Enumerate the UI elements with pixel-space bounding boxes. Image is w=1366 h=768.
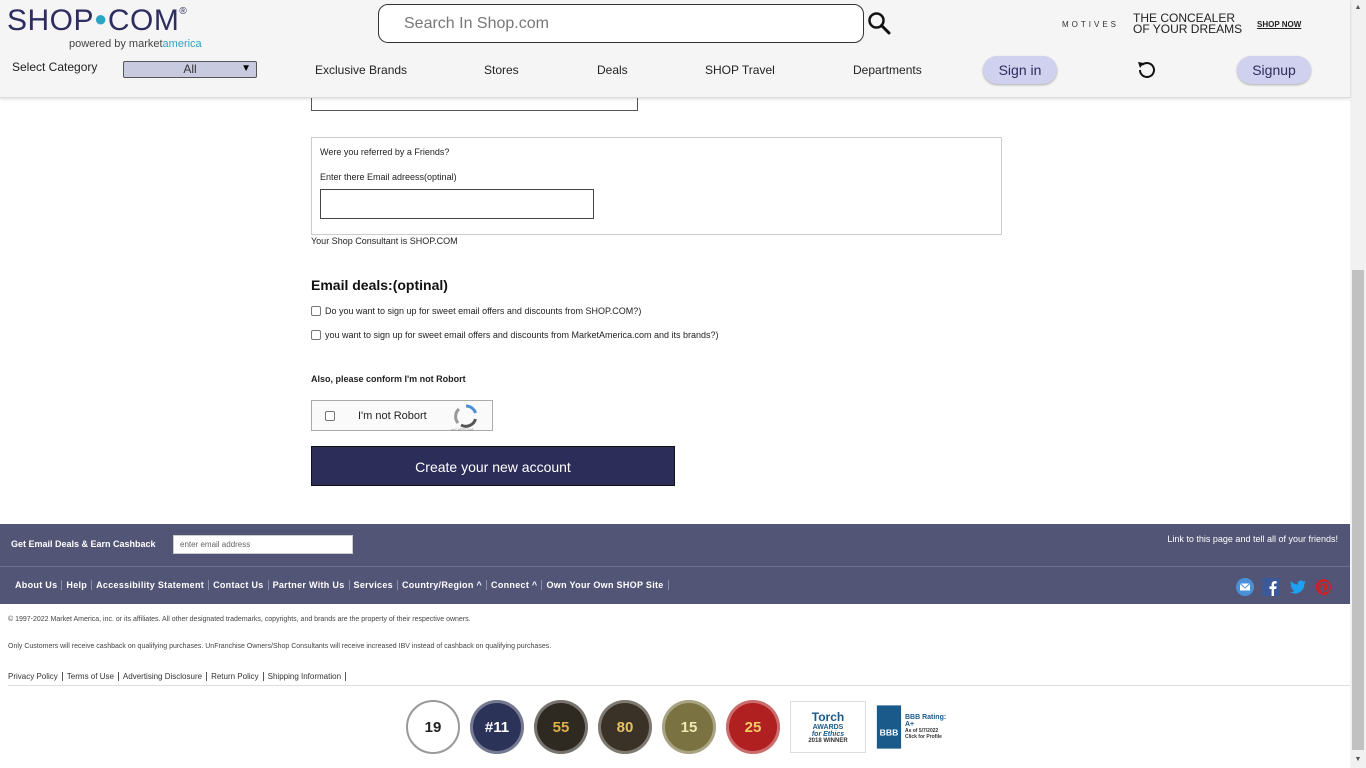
refresh-icon[interactable] <box>1135 58 1159 82</box>
nav-departments[interactable]: Departments <box>853 63 922 77</box>
optin-ma-label: you want to sign up for sweet email offe… <box>325 330 719 340</box>
promo-tagline[interactable]: THE CONCEALER OF YOUR DREAMS <box>1133 12 1253 36</box>
cashback-note: Only Customers will receive cashback on … <box>8 643 552 650</box>
footer-link-accessibility[interactable]: Accessibility Statement <box>92 580 210 590</box>
svg-text:BBB: BBB <box>880 728 899 738</box>
nav-deals[interactable]: Deals <box>597 63 628 77</box>
divider <box>8 685 1350 686</box>
category-label: Select Category <box>12 60 98 74</box>
sign-in-button[interactable]: Sign in <box>983 56 1057 84</box>
privacy-policy-link[interactable]: Privacy Policy <box>8 672 63 681</box>
footer-link-own-site[interactable]: Own Your Own SHOP Site <box>542 580 669 590</box>
powered-by: powered by marketamerica <box>69 38 202 50</box>
registered-mark: ® <box>179 6 188 17</box>
optin-ma-row[interactable]: you want to sign up for sweet email offe… <box>311 330 719 340</box>
promo-tagline-line-2: OF YOUR DREAMS <box>1133 22 1243 36</box>
footer-link-contact[interactable]: Contact Us <box>209 580 269 590</box>
powered-suffix: america <box>162 38 202 50</box>
create-account-button[interactable]: Create your new account <box>311 446 675 486</box>
email-deals-title: Email deals:(optinal) <box>311 277 448 293</box>
award-badges: 19 #11 55 80 15 25 Torch AWARDS for Ethi… <box>406 700 950 754</box>
bbb-click: Click for Profile <box>904 734 942 740</box>
site-header: SHOP●COM® powered by marketamerica MOTIV… <box>0 0 1350 98</box>
nav-exclusive-brands[interactable]: Exclusive Brands <box>315 63 407 77</box>
nav-shop-travel[interactable]: SHOP Travel <box>705 63 775 77</box>
email-deals-label: Get Email Deals & Earn Cashback <box>11 539 156 549</box>
recaptcha-icon <box>454 404 477 428</box>
award-badge: 55 <box>534 700 588 754</box>
shop-consultant-text: Your Shop Consultant is SHOP.COM <box>311 236 458 246</box>
footer-link-help[interactable]: Help <box>62 580 93 590</box>
optin-ma-checkbox[interactable] <box>311 330 321 340</box>
referral-email-label: Enter there Email adreess(optinal) <box>320 172 457 182</box>
referral-section: Were you referred by a Friends? Enter th… <box>311 137 1002 235</box>
share-link[interactable]: Link to this page and tell all of your f… <box>1167 534 1338 544</box>
scrollbar-thumb[interactable] <box>1352 270 1364 750</box>
legal-links: Privacy Policy Terms of Use Advertising … <box>8 672 350 681</box>
pinterest-icon[interactable] <box>1315 578 1333 596</box>
bbb-badge[interactable]: BBB BBB Rating: A+ As of 5/7/2022 Click … <box>876 701 950 753</box>
copyright-text: © 1997-2022 Market America, inc. or its … <box>8 616 471 623</box>
footer-email-input[interactable] <box>173 535 353 554</box>
shop-now-link[interactable]: SHOP NOW <box>1257 20 1301 29</box>
promo-brand[interactable]: MOTIVES <box>1062 20 1119 29</box>
search-icon[interactable] <box>867 11 891 35</box>
footer-link-partner[interactable]: Partner With Us <box>269 580 350 590</box>
award-badge: #11 <box>470 700 524 754</box>
footer-deals-bar: Get Email Deals & Earn Cashback Link to … <box>0 524 1350 566</box>
advertising-link[interactable]: Advertising Disclosure <box>123 672 208 681</box>
return-policy-link[interactable]: Return Policy <box>211 672 264 681</box>
footer-links: About Us Help Accessibility Statement Co… <box>11 580 669 590</box>
footer-links-bar: About Us Help Accessibility Statement Co… <box>0 566 1350 604</box>
robot-question: Also, please conform I'm not Robort <box>311 374 466 384</box>
award-badge: 15 <box>662 700 716 754</box>
facebook-icon[interactable] <box>1262 578 1280 596</box>
scroll-down-arrow[interactable]: ▼ <box>1350 752 1366 768</box>
captcha-checkbox[interactable] <box>325 411 335 421</box>
torch-title: Torch <box>811 710 845 724</box>
award-badge: 19 <box>406 700 460 754</box>
bbb-rating: BBB Rating: A+ <box>904 714 947 728</box>
shop-com-logo[interactable]: SHOP●COM® <box>7 4 187 38</box>
clipped-input-field[interactable] <box>311 98 638 111</box>
footer-link-about[interactable]: About Us <box>11 580 63 590</box>
footer-link-services[interactable]: Services <box>350 580 398 590</box>
award-badge: 25 <box>726 700 780 754</box>
torch-winner: 2018 WINNER <box>808 738 848 744</box>
scroll-up-arrow[interactable]: ▲ <box>1350 0 1366 16</box>
chevron-down-icon: ▼ <box>241 63 251 74</box>
logo-dot: ● <box>94 6 108 31</box>
captcha-widget[interactable]: I'm not Robort reCAPTCHA <box>311 400 493 432</box>
award-badge: 80 <box>598 700 652 754</box>
bbb-icon: BBB <box>876 705 902 749</box>
category-select[interactable]: All ▼ <box>123 61 257 78</box>
shipping-link[interactable]: Shipping Information <box>268 672 347 681</box>
logo-text: SHOP <box>7 4 95 37</box>
search-input[interactable] <box>378 4 864 43</box>
footer-link-connect[interactable]: Connect ^ <box>487 580 543 590</box>
signup-button[interactable]: Signup <box>1237 56 1311 84</box>
optin-shop-label: Do you want to sign up for sweet email o… <box>325 306 642 316</box>
torch-award-badge[interactable]: Torch AWARDS for Ethics 2018 WINNER <box>790 701 866 753</box>
torch-sub2: for Ethics <box>811 731 845 738</box>
referral-question: Were you referred by a Friends? <box>320 147 450 157</box>
powered-prefix: powered by market <box>69 38 163 50</box>
terms-link[interactable]: Terms of Use <box>67 672 119 681</box>
nav-stores[interactable]: Stores <box>484 63 519 77</box>
referral-email-input[interactable] <box>320 189 594 219</box>
captcha-label: I'm not Robort <box>358 410 427 422</box>
torch-sub: AWARDS <box>812 724 844 731</box>
recaptcha-brand: reCAPTCHA <box>451 427 474 432</box>
category-select-value: All <box>183 62 197 76</box>
twitter-icon[interactable] <box>1289 578 1307 596</box>
footer-link-country[interactable]: Country/Region ^ <box>398 580 488 590</box>
optin-shop-row[interactable]: Do you want to sign up for sweet email o… <box>311 306 641 316</box>
logo-text-2: COM <box>107 4 180 37</box>
optin-shop-checkbox[interactable] <box>311 306 321 316</box>
bbb-text: BBB Rating: A+ As of 5/7/2022 Click for … <box>902 714 950 740</box>
email-icon[interactable] <box>1236 578 1254 596</box>
